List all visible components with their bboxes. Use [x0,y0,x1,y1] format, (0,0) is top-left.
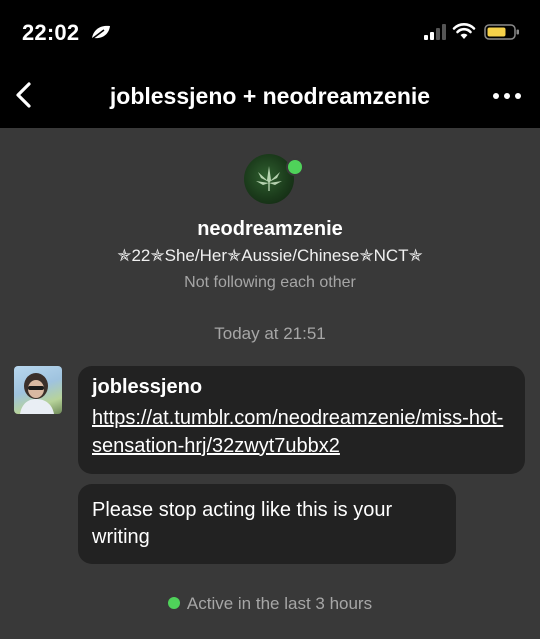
online-indicator [167,597,180,609]
chat-area[interactable]: neodreamzenie ✯22✯She/Her✯Aussie/Chinese… [0,128,540,639]
message-sender[interactable]: joblessjeno [92,376,202,399]
battery-icon [484,24,519,40]
leaf-icon [91,25,110,40]
cellular-signal-icon [424,24,446,40]
online-indicator [286,158,304,176]
profile-name[interactable]: neodreamzenie [0,218,540,241]
message-bubble[interactable]: joblessjeno https://at.tumblr.com/neodre… [78,366,525,474]
conversation-header: joblessjeno + neodreamzenie [0,62,540,128]
follow-status: Not following each other [184,274,356,291]
conversation-title: joblessjeno + neodreamzenie [109,83,431,109]
message-text: Please stop acting like this is your wri… [92,499,393,548]
wifi-icon [452,23,476,39]
sender-avatar[interactable] [14,366,62,414]
active-status-text: Active in the last 3 hours [186,594,373,613]
message-link[interactable]: https://at.tumblr.com/neodreamzenie/miss… [92,404,512,460]
more-horizontal-icon[interactable] [492,92,522,100]
active-status: Active in the last 3 hours [0,594,540,614]
person-photo-icon [20,373,54,414]
status-time: 22:02 [22,20,80,45]
profile-bio: ✯22✯She/Her✯Aussie/Chinese✯NCT✯ [117,246,423,265]
chevron-left-icon[interactable] [10,80,40,110]
status-bar: 22:02 [0,0,540,62]
message-bubble[interactable]: Please stop acting like this is your wri… [78,484,456,564]
message-timestamp: Today at 21:51 [214,324,326,343]
